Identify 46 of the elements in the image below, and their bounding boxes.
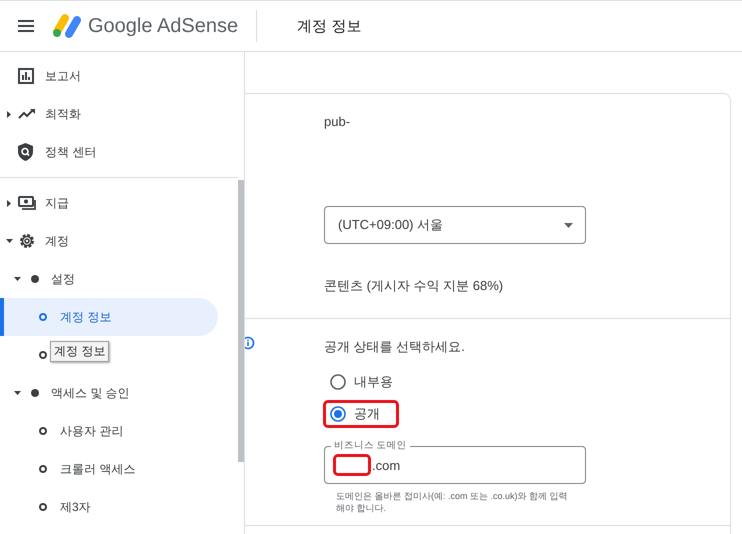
field-label: 비즈니스 도메인 — [331, 439, 410, 452]
circle-icon — [39, 351, 47, 359]
scrollbar[interactable] — [238, 180, 244, 462]
dot-icon — [31, 275, 39, 283]
menu-icon[interactable] — [18, 20, 34, 32]
publisher-id: pub- — [324, 114, 350, 129]
product-name: Google AdSense — [88, 14, 238, 38]
visibility-prompt: 공개 상태를 선택하세요. — [324, 338, 465, 356]
radio-button-icon[interactable] — [330, 374, 346, 390]
tooltip: 계정 정보 — [50, 341, 110, 362]
page-title: 계정 정보 — [297, 16, 362, 36]
nav-group[interactable]: 설정 — [0, 260, 237, 298]
nav-item[interactable]: 정책 센터 — [0, 133, 237, 171]
radio-option[interactable]: 내부용 — [323, 368, 402, 396]
expand-arrow-icon[interactable] — [7, 200, 11, 206]
radio-button-icon[interactable] — [330, 406, 346, 422]
nav-item[interactable]: 사용자 관리 — [0, 412, 218, 450]
timezone-dropdown[interactable]: (UTC+09:00) 서울 — [324, 206, 586, 244]
dot-icon — [31, 389, 39, 397]
logo-icon — [52, 14, 82, 38]
info-icon[interactable] — [245, 336, 255, 350]
circle-icon — [39, 503, 47, 511]
shield-icon — [18, 143, 33, 161]
nav-item[interactable]: 제3자 — [0, 488, 218, 526]
trend-icon — [18, 108, 36, 120]
circle-icon — [39, 465, 47, 473]
helper-text: 도메인은 올바른 접미사(예: .com 또는 .co.uk)와 함께 입력해야 합니다. — [336, 490, 569, 514]
collapse-arrow-icon[interactable] — [14, 391, 21, 395]
collapse-arrow-icon[interactable] — [6, 239, 12, 243]
expand-arrow-icon[interactable] — [7, 110, 11, 118]
settings-icon — [18, 232, 36, 250]
money-icon — [18, 196, 36, 210]
nav-group[interactable]: 액세스 및 승인 — [0, 374, 237, 412]
radio-option[interactable]: 공개 — [323, 400, 399, 428]
nav-item[interactable]: 지급 — [0, 184, 237, 222]
nav-item[interactable]: 계정 — [0, 222, 237, 260]
product-type: 콘텐츠 (게시자 수익 지분 68%) — [324, 277, 504, 295]
collapse-arrow-icon[interactable] — [14, 277, 21, 281]
circle-icon — [39, 427, 47, 435]
nav-item[interactable]: 최적화 — [0, 95, 237, 133]
circle-icon — [39, 313, 47, 321]
nav-item[interactable]: 계정 정보 — [0, 298, 218, 336]
nav-item[interactable]: 보고서 — [0, 57, 237, 95]
nav-item[interactable]: 크롤러 액세스 — [0, 450, 218, 488]
dropdown-arrow-icon — [564, 222, 573, 228]
bar-chart-icon — [18, 68, 34, 84]
